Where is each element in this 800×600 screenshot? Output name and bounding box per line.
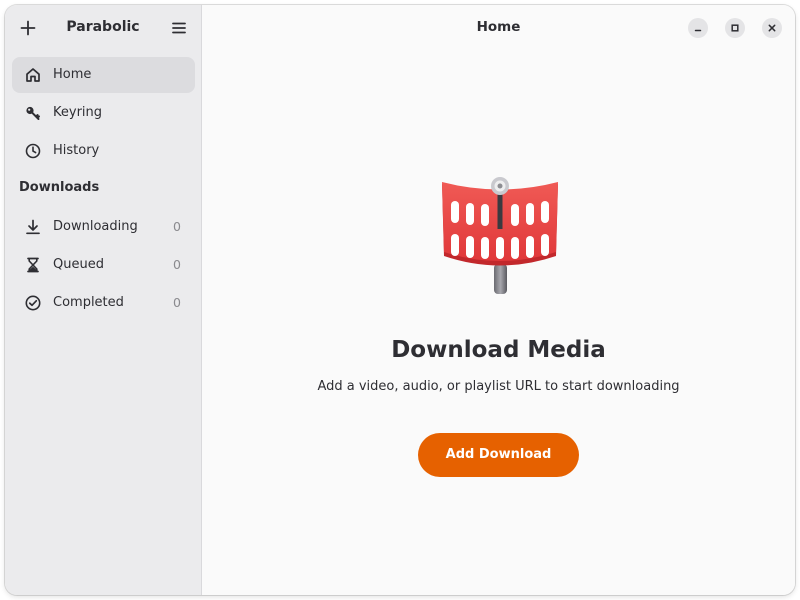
clock-icon [24,142,42,160]
maximize-button[interactable] [725,18,745,38]
sidebar-item-label: Keyring [53,105,103,120]
sidebar-item-home[interactable]: Home [12,57,195,93]
hourglass-icon [24,256,42,274]
plus-icon [20,20,36,36]
add-download-button[interactable]: Add Download [418,433,579,477]
sidebar-item-history[interactable]: History [12,133,195,169]
sidebar-item-label: Completed [53,295,124,310]
parabolic-logo-icon [435,169,565,295]
check-circle-icon [24,294,42,312]
item-count-badge: 0 [173,295,181,310]
sidebar-item-downloading[interactable]: Downloading 0 [12,209,195,245]
status-title: Download Media [391,337,606,363]
sidebar-item-label: Downloading [53,219,138,234]
maximize-icon [730,23,740,33]
status-description: Add a video, audio, or playlist URL to s… [317,379,680,394]
minimize-icon [693,23,703,33]
sidebar-item-label: Home [53,67,92,82]
sidebar-header: Parabolic [5,5,201,51]
sidebar-item-label: History [53,143,100,158]
main-content: Home Download Media Add a video, audio, … [202,5,795,595]
main-menu-button[interactable] [163,12,195,44]
item-count-badge: 0 [173,219,181,234]
hamburger-menu-icon [171,20,187,36]
sidebar: Parabolic Home Keyring History Downloads… [5,5,202,595]
key-icon [24,104,42,122]
sidebar-item-label: Queued [53,257,104,272]
minimize-button[interactable] [688,18,708,38]
sidebar-item-keyring[interactable]: Keyring [12,95,195,131]
app-window: Parabolic Home Keyring History Downloads… [5,5,795,595]
home-icon [24,66,42,84]
downloads-section-heading: Downloads [19,180,100,195]
close-button[interactable] [762,18,782,38]
close-icon [767,23,777,33]
sidebar-item-queued[interactable]: Queued 0 [12,247,195,283]
download-arrow-icon [24,218,42,236]
item-count-badge: 0 [173,257,181,272]
add-download-header-button[interactable] [12,12,44,44]
sidebar-item-completed[interactable]: Completed 0 [12,285,195,321]
